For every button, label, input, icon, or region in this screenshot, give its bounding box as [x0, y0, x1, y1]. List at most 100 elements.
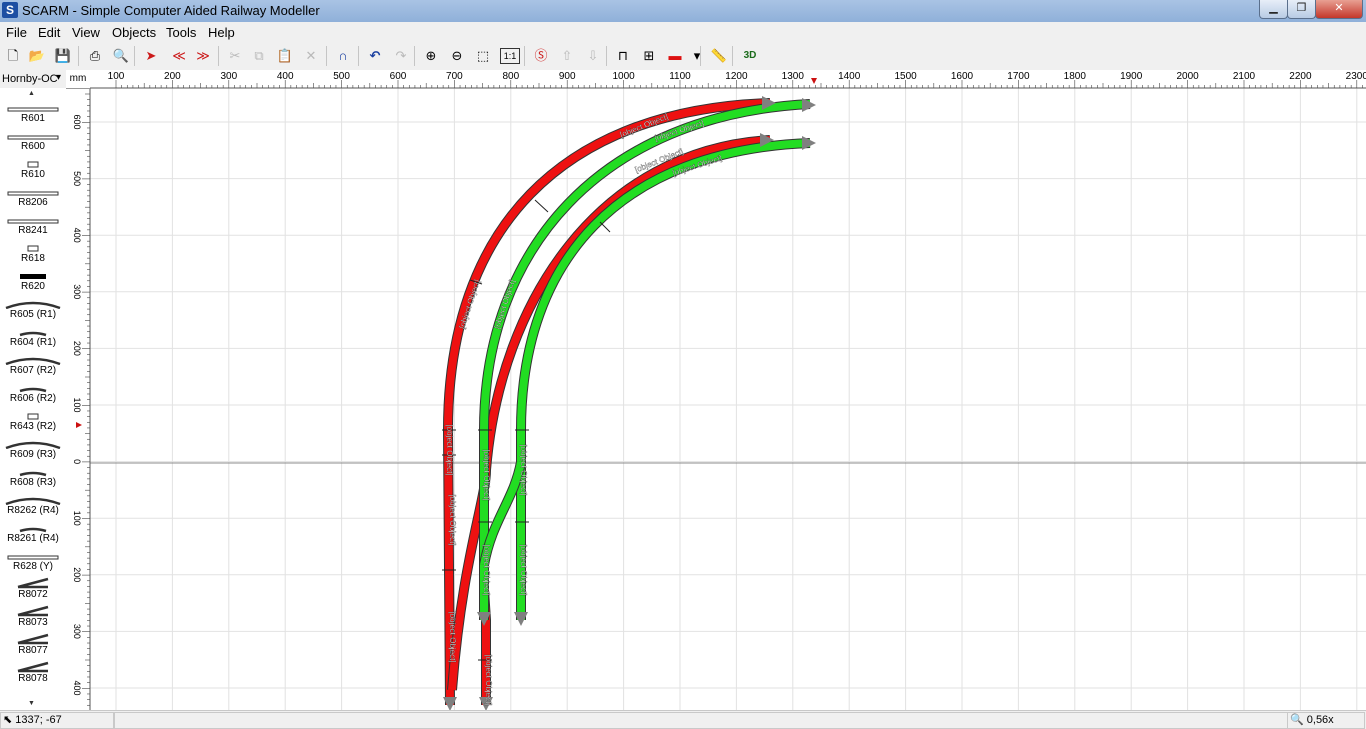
track-piece-icon [19, 387, 47, 393]
library-item-label: R606 (R2) [9, 393, 57, 404]
magnet-icon[interactable]: ∩ [334, 47, 352, 65]
zoom-out-icon[interactable]: ⊖ [448, 47, 466, 65]
maximize-button[interactable]: ❐ [1287, 0, 1316, 19]
title-bar: S SCARM - Simple Computer Aided Railway … [0, 0, 1366, 22]
x-ruler-label: 2300 [1346, 71, 1366, 82]
library-item[interactable]: R8078 [0, 658, 66, 686]
height-down-icon[interactable]: ⇩ [584, 47, 602, 65]
track-label: [object Object] [448, 494, 457, 545]
library-item[interactable]: R607 (R2) [0, 350, 66, 378]
bridge-icon[interactable]: ⊓ [614, 47, 632, 65]
library-item-label: R8261 (R4) [7, 533, 59, 544]
library-item[interactable]: R608 (R3) [0, 462, 66, 490]
toolbar: 🗋 📂 💾 ⎙ 🔍 ➤ ≪ ≫ ✂ ⧉ 📋 ✕ ∩ ↶ ↷ ⊕ ⊖ ⬚ 1:1 Ⓢ ⇧ ⇩ ⊓ ⊞ ▬ ▾ 📏 3D [0, 42, 1366, 71]
track-back-icon[interactable]: ≪ [170, 47, 188, 65]
track-label: [object Object] [482, 449, 491, 500]
window-title: SCARM - Simple Computer Aided Railway Mo… [22, 3, 320, 18]
x-ruler-label: 800 [502, 71, 519, 82]
track-piece-icon [7, 135, 59, 140]
x-ruler-label: 300 [220, 71, 237, 82]
track-piece-icon [17, 661, 49, 673]
library-item-label: R608 (R3) [9, 477, 57, 488]
library-item[interactable]: R601 [0, 98, 66, 126]
undo-icon[interactable]: ↶ [366, 47, 384, 65]
zoom-in-icon[interactable]: ⊕ [422, 47, 440, 65]
delete-icon[interactable]: ✕ [302, 47, 320, 65]
library-item[interactable]: R600 [0, 126, 66, 154]
toolbar-separator [78, 46, 79, 66]
track-piece-icon [5, 357, 61, 365]
library-item-label: R8077 [18, 645, 48, 656]
open-folder-icon[interactable]: 📂 [28, 47, 46, 65]
toolbar-separator [358, 46, 359, 66]
library-item[interactable]: R604 (R1) [0, 322, 66, 350]
library-item[interactable]: R620 [0, 266, 66, 294]
library-item[interactable]: R605 (R1) [0, 294, 66, 322]
toolbar-separator [326, 46, 327, 66]
library-item[interactable]: R643 (R2) [0, 406, 66, 434]
scroll-up-icon[interactable]: ▲ [28, 90, 35, 97]
chevron-down-icon: ▾ [56, 72, 62, 83]
track-label: [object Object] [448, 611, 457, 662]
x-ruler-label: 1100 [669, 71, 691, 82]
track-forward-icon[interactable]: ≫ [194, 47, 212, 65]
menu-tools[interactable]: Tools [166, 25, 196, 40]
menu-view[interactable]: View [72, 25, 100, 40]
print-preview-icon[interactable]: 🔍 [112, 47, 130, 65]
library-item[interactable]: R610 [0, 154, 66, 182]
redo-icon[interactable]: ↷ [392, 47, 410, 65]
track-piece-icon [17, 605, 49, 617]
track-label: [object Object] [482, 544, 491, 595]
y-ruler-label: 0 [72, 459, 82, 464]
library-selector[interactable]: Hornby-OC ▾ [0, 70, 66, 88]
zoom-fit-icon[interactable]: ⬚ [474, 47, 492, 65]
track-color-dropdown-icon[interactable]: ▾ [688, 47, 706, 65]
level-icon[interactable]: Ⓢ [532, 47, 550, 65]
close-button[interactable]: ✕ [1315, 0, 1363, 19]
copy-icon[interactable]: ⧉ [250, 47, 268, 65]
view-3d-icon[interactable]: 3D [740, 47, 760, 65]
y-ruler-label: 200 [72, 567, 82, 582]
library-item[interactable]: R8241 [0, 210, 66, 238]
library-item[interactable]: R628 (Y) [0, 546, 66, 574]
print-icon[interactable]: ⎙ [86, 47, 104, 65]
minimize-button[interactable]: ▁ [1259, 0, 1288, 19]
library-item-label: R643 (R2) [9, 421, 57, 432]
paste-icon[interactable]: 📋 [276, 47, 294, 65]
library-item[interactable]: R8072 [0, 574, 66, 602]
y-ruler-label: 100 [72, 397, 82, 412]
menu-help[interactable]: Help [208, 25, 235, 40]
zoom-1-1-icon[interactable]: 1:1 [500, 48, 520, 64]
library-item[interactable]: R606 (R2) [0, 378, 66, 406]
library-item[interactable]: R8262 (R4) [0, 490, 66, 518]
scroll-down-icon[interactable]: ▼ [28, 700, 35, 707]
menu-file[interactable]: File [6, 25, 27, 40]
menu-objects[interactable]: Objects [112, 25, 156, 40]
status-message [114, 712, 1288, 729]
save-icon[interactable]: 💾 [54, 47, 72, 65]
new-file-icon[interactable]: 🗋 [4, 47, 22, 65]
library-item-label: R604 (R1) [9, 337, 57, 348]
menu-edit[interactable]: Edit [38, 25, 60, 40]
measure-icon[interactable]: 📏 [710, 47, 728, 65]
library-item[interactable]: R8206 [0, 182, 66, 210]
x-ruler-label: 400 [277, 71, 294, 82]
design-canvas[interactable]: 100 200 300 400 500 600 700 800 900 1000 1100 1200 1… [66, 70, 1366, 710]
cut-icon[interactable]: ✂ [226, 47, 244, 65]
app-icon[interactable]: S [2, 2, 18, 18]
library-item[interactable]: R8077 [0, 630, 66, 658]
track-color-icon[interactable]: ▬ [666, 47, 684, 65]
select-tracks-icon[interactable]: ⊞ [640, 47, 658, 65]
y-ruler-label: 400 [72, 680, 82, 695]
library-item[interactable]: R618 [0, 238, 66, 266]
library-item[interactable]: R8073 [0, 602, 66, 630]
height-up-icon[interactable]: ⇧ [558, 47, 576, 65]
library-item[interactable]: R609 (R3) [0, 434, 66, 462]
select-arrow-icon[interactable]: ➤ [142, 47, 160, 65]
track-piece-icon [20, 274, 46, 279]
drawing-area[interactable] [90, 88, 1366, 710]
library-item[interactable]: R8261 (R4) [0, 518, 66, 546]
track-label: [object Object] [445, 424, 454, 475]
library-item-label: R8241 [18, 225, 48, 236]
magnifier-icon: 🔍 [1290, 714, 1304, 726]
